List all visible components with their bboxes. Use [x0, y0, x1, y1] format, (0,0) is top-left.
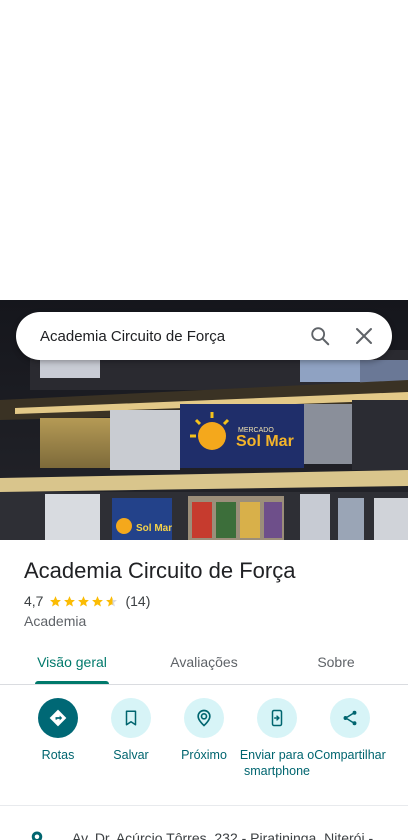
send-to-phone-icon: [257, 698, 297, 738]
photo-sign-lower: Sol Mar: [136, 523, 172, 534]
rating-stars: [49, 595, 119, 608]
place-name: Academia Circuito de Força: [24, 558, 296, 583]
rating-value: 4,7: [24, 593, 44, 609]
tab-overview[interactable]: Visão geral: [24, 640, 120, 684]
search-icon[interactable]: [298, 314, 342, 358]
directions-icon: [38, 698, 78, 738]
nearby-icon: [184, 698, 224, 738]
close-icon[interactable]: [342, 314, 386, 358]
directions-label: Rotas: [41, 748, 75, 762]
star-icon: [78, 595, 90, 606]
address-text: Av. Dr. Acúrcio Tôrres, 232 - Piratining…: [72, 830, 374, 840]
photo-sign-main: Sol Mar: [236, 433, 294, 450]
save-button[interactable]: Salvar: [93, 698, 169, 763]
tab-bar: Visão geral Avaliações Sobre: [0, 640, 408, 685]
star-icon: [50, 595, 62, 606]
active-tab-indicator: [35, 681, 109, 684]
send-to-phone-button[interactable]: Enviar para o smartphone: [239, 698, 315, 779]
location-pin-icon: [28, 830, 46, 840]
nearby-label: Próximo: [181, 748, 227, 762]
address-row[interactable]: Av. Dr. Acúrcio Tôrres, 232 - Piratining…: [0, 824, 408, 840]
directions-button[interactable]: Rotas: [20, 698, 96, 763]
send-to-phone-label: Enviar para o smartphone: [239, 748, 315, 778]
tab-about[interactable]: Sobre: [296, 640, 376, 684]
map-blank-area: [0, 0, 408, 300]
search-bar[interactable]: Academia Circuito de Força: [16, 312, 392, 360]
save-label: Salvar: [113, 748, 149, 762]
search-query[interactable]: Academia Circuito de Força: [40, 328, 298, 345]
share-button[interactable]: Compartilhar: [312, 698, 388, 763]
place-category[interactable]: Academia: [24, 613, 86, 629]
rating-row[interactable]: 4,7 (14): [24, 592, 150, 610]
star-icon: [64, 595, 76, 606]
nearby-button[interactable]: Próximo: [166, 698, 242, 763]
bookmark-icon: [111, 698, 151, 738]
half-star-icon: [106, 595, 118, 606]
section-divider: [0, 805, 408, 806]
share-label: Compartilhar: [314, 748, 386, 762]
tab-reviews[interactable]: Avaliações: [156, 640, 252, 684]
share-icon: [330, 698, 370, 738]
review-count: (14): [125, 593, 151, 609]
action-buttons: Rotas Salvar Próximo Enviar para o smart…: [0, 698, 408, 798]
star-icon: [92, 595, 104, 606]
